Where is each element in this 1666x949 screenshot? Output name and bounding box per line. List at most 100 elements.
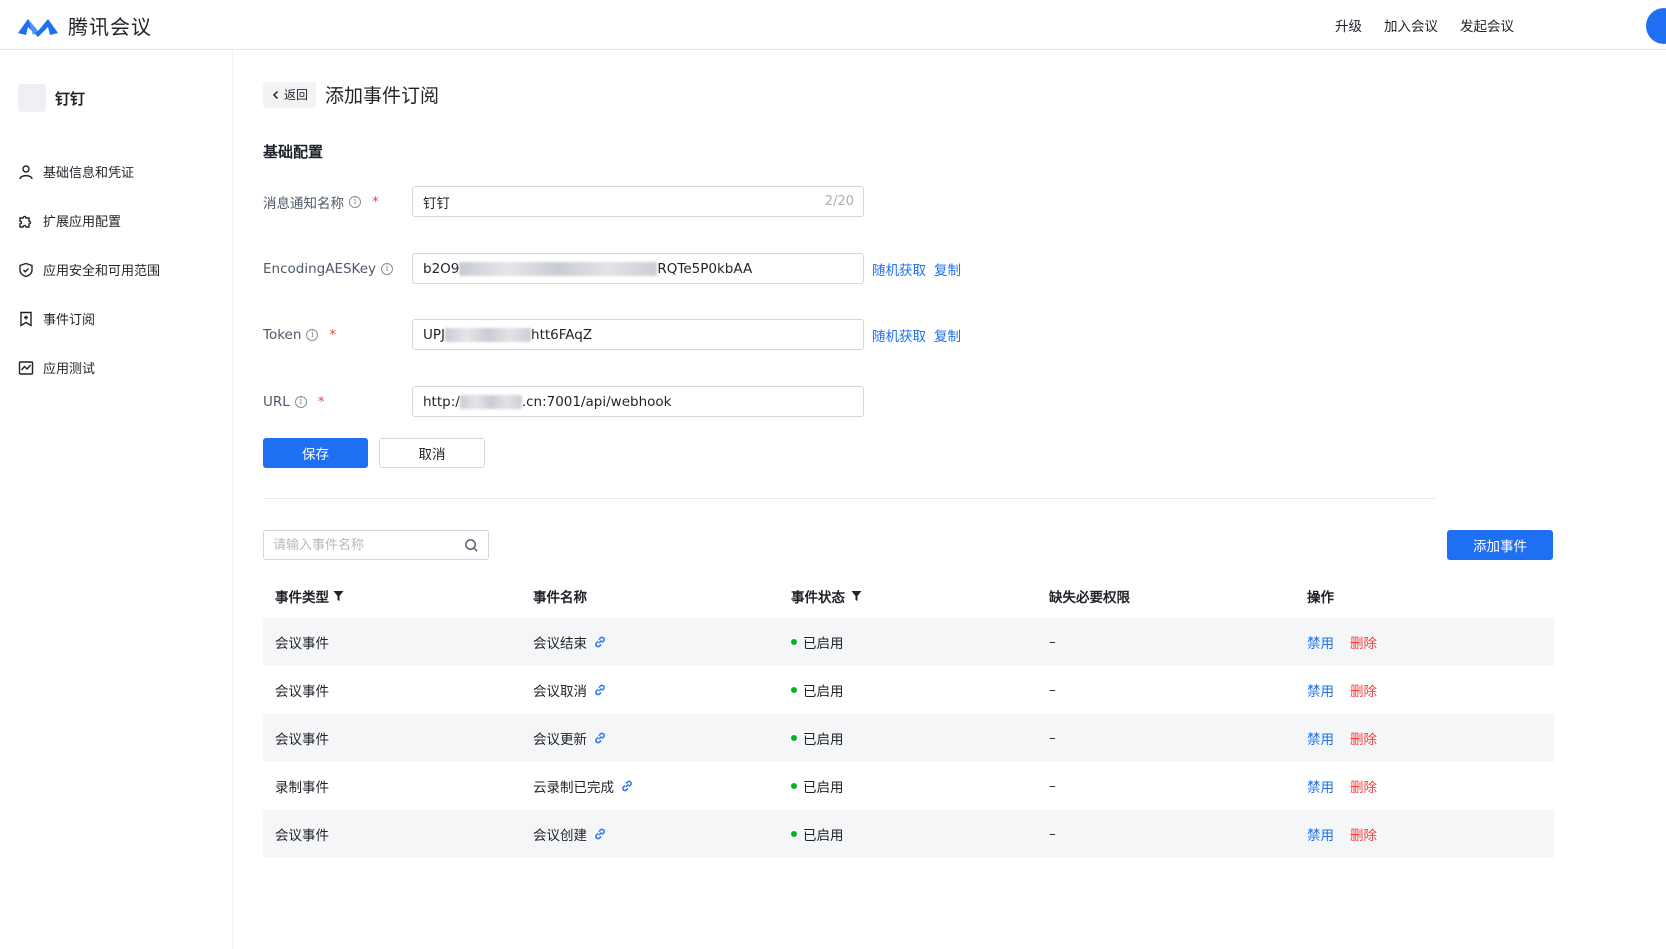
delete-button[interactable]: 删除 xyxy=(1350,776,1377,796)
delete-button[interactable]: 删除 xyxy=(1350,632,1377,652)
filter-icon[interactable] xyxy=(851,590,862,602)
event-search-input[interactable] xyxy=(273,537,464,553)
aeskey-random-button[interactable]: 随机获取 xyxy=(872,259,926,279)
add-event-button[interactable]: 添加事件 xyxy=(1447,530,1553,560)
sidebar-menu: 基础信息和凭证 扩展应用配置 应用安全和可用范围 事件订阅 应用测试 xyxy=(18,147,160,392)
event-search[interactable] xyxy=(263,530,489,560)
col-label: 事件类型 xyxy=(275,590,329,606)
name-input[interactable]: 钉钉 2/20 xyxy=(412,186,864,217)
search-icon[interactable] xyxy=(464,538,479,553)
table-row: 会议事件 会议创建 已启用 – 禁用 删除 xyxy=(263,810,1554,858)
aeskey-input[interactable]: b2O9 RQTe5P0kbAA xyxy=(412,253,864,284)
status-dot xyxy=(791,783,797,789)
char-counter: 2/20 xyxy=(824,194,854,209)
delete-button[interactable]: 删除 xyxy=(1350,728,1377,748)
sidebar-item-label: 事件订阅 xyxy=(43,313,96,328)
form-label-name: 消息通知名称 i * xyxy=(263,192,412,212)
token-actions: 随机获取 复制 xyxy=(872,325,961,345)
event-name: 会议创建 xyxy=(533,828,587,844)
event-name: 会议结束 xyxy=(533,636,587,652)
event-status-cell: 已启用 xyxy=(779,680,1037,700)
app-icon xyxy=(18,84,46,112)
link-icon[interactable] xyxy=(593,635,607,649)
event-type-cell: 会议事件 xyxy=(275,636,329,652)
disable-button[interactable]: 禁用 xyxy=(1307,680,1334,700)
sidebar-item-basic-info[interactable]: 基础信息和凭证 xyxy=(18,147,160,196)
link-icon[interactable] xyxy=(593,731,607,745)
event-name-cell: 会议更新 xyxy=(521,728,779,748)
sidebar-item-security-scope[interactable]: 应用安全和可用范围 xyxy=(18,245,160,294)
label-text: 消息通知名称 xyxy=(263,195,344,212)
disable-button[interactable]: 禁用 xyxy=(1307,632,1334,652)
sidebar-item-app-testing[interactable]: 应用测试 xyxy=(18,343,160,392)
event-type-cell: 会议事件 xyxy=(275,684,329,700)
col-label: 缺失必要权限 xyxy=(1049,590,1130,606)
form-row-name: 消息通知名称 i * 钉钉 2/20 xyxy=(263,186,864,217)
col-label: 事件状态 xyxy=(791,590,845,606)
table-row: 录制事件 云录制已完成 已启用 – 禁用 删除 xyxy=(263,762,1554,810)
user-icon xyxy=(19,164,33,179)
event-name: 会议取消 xyxy=(533,684,587,700)
col-label: 操作 xyxy=(1307,590,1334,606)
token-input[interactable]: UPJ htt6FAqZ xyxy=(412,319,864,350)
actions-cell: 禁用 删除 xyxy=(1295,776,1554,796)
required-mark: * xyxy=(317,393,325,410)
required-mark: * xyxy=(372,193,379,210)
missing-permissions-cell: – xyxy=(1049,730,1056,746)
actions-cell: 禁用 删除 xyxy=(1295,632,1554,652)
disable-button[interactable]: 禁用 xyxy=(1307,728,1334,748)
token-copy-button[interactable]: 复制 xyxy=(934,325,961,345)
name-input-value: 钉钉 xyxy=(423,195,450,212)
status-text: 已启用 xyxy=(803,828,844,844)
info-icon[interactable]: i xyxy=(294,395,307,408)
event-status-cell: 已启用 xyxy=(779,728,1037,748)
sidebar-item-event-subscription[interactable]: 事件订阅 xyxy=(18,294,160,343)
required-mark: * xyxy=(329,326,337,343)
nav-join-meeting[interactable]: 加入会议 xyxy=(1384,15,1438,35)
missing-permissions-cell: – xyxy=(1049,778,1056,794)
link-icon[interactable] xyxy=(593,683,607,697)
url-input[interactable]: http:/ .cn:7001/api/webhook xyxy=(412,386,864,417)
sidebar-item-extension-config[interactable]: 扩展应用配置 xyxy=(18,196,160,245)
status-dot xyxy=(791,639,797,645)
redacted-blur xyxy=(459,261,658,276)
sidebar-item-label: 应用安全和可用范围 xyxy=(43,264,161,279)
link-icon[interactable] xyxy=(593,827,607,841)
aeskey-copy-button[interactable]: 复制 xyxy=(934,259,961,279)
brand-logo[interactable]: 腾讯会议 xyxy=(16,11,152,40)
top-nav: 升级 加入会议 发起会议 xyxy=(1335,15,1514,35)
cancel-button[interactable]: 取消 xyxy=(379,438,485,468)
back-button[interactable]: 返回 xyxy=(263,81,317,108)
status-dot xyxy=(791,831,797,837)
delete-button[interactable]: 删除 xyxy=(1350,824,1377,844)
event-type-cell: 录制事件 xyxy=(275,780,329,796)
event-type-cell: 会议事件 xyxy=(275,828,329,844)
filter-icon[interactable] xyxy=(333,590,344,602)
form-row-url: URL i * http:/ .cn:7001/api/webhook xyxy=(263,386,864,417)
col-label: 事件名称 xyxy=(533,590,587,606)
top-bar: 腾讯会议 升级 加入会议 发起会议 xyxy=(0,0,1666,50)
nav-upgrade[interactable]: 升级 xyxy=(1335,15,1362,35)
disable-button[interactable]: 禁用 xyxy=(1307,776,1334,796)
link-icon[interactable] xyxy=(620,779,634,793)
page-header: 返回 添加事件订阅 xyxy=(263,81,439,108)
delete-button[interactable]: 删除 xyxy=(1350,680,1377,700)
event-name-cell: 会议结束 xyxy=(521,632,779,652)
nav-start-meeting[interactable]: 发起会议 xyxy=(1460,15,1514,35)
token-value-prefix: UPJ xyxy=(423,326,446,343)
event-name-cell: 云录制已完成 xyxy=(521,776,779,796)
info-icon[interactable]: i xyxy=(306,328,319,341)
chevron-left-icon xyxy=(272,90,279,99)
user-avatar[interactable] xyxy=(1646,8,1666,44)
token-random-button[interactable]: 随机获取 xyxy=(872,325,926,345)
save-button[interactable]: 保存 xyxy=(263,438,368,468)
info-icon[interactable]: i xyxy=(349,195,361,208)
actions-cell: 禁用 删除 xyxy=(1295,680,1554,700)
table-row: 会议事件 会议取消 已启用 – 禁用 删除 xyxy=(263,666,1554,714)
url-value-suffix: .cn:7001/api/webhook xyxy=(521,393,672,410)
disable-button[interactable]: 禁用 xyxy=(1307,824,1334,844)
info-icon[interactable]: i xyxy=(381,262,394,275)
app-header: 钉钉 xyxy=(18,84,85,112)
main-content: 返回 添加事件订阅 基础配置 消息通知名称 i * 钉钉 2/20 Encodi… xyxy=(232,51,1666,949)
sidebar: 钉钉 基础信息和凭证 扩展应用配置 应用安全和可用范围 事件订阅 应用测试 xyxy=(0,51,232,949)
